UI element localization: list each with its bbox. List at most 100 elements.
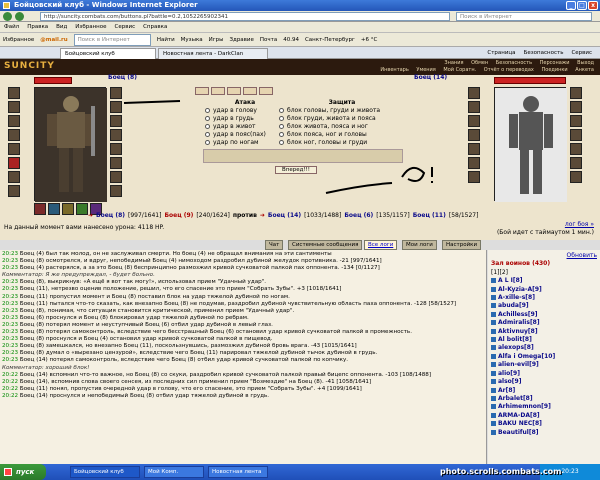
player-name[interactable]: ARMA-DA[8] [498,412,540,419]
weapon-slot[interactable] [8,115,20,127]
player-name[interactable]: alien-evil[9] [498,361,539,368]
url-input[interactable]: http://suncity.combats.com/buttons.pl?ba… [40,12,450,21]
player-name[interactable]: Ar[8] [498,387,515,394]
team-right-member[interactable]: Боец (6) [344,212,373,219]
security-menu[interactable]: Безопасность [524,47,564,59]
attack-option-legs[interactable]: удар по ногам [205,139,285,147]
player-entry[interactable]: Achilless[9] [491,311,597,319]
player-entry[interactable]: Beautiful[8] [491,429,597,437]
player-entry[interactable]: A L I[8] [491,277,597,285]
gloves-slot[interactable] [570,87,582,99]
player-name[interactable]: A-xille-s[8] [498,294,535,301]
heart-icon[interactable] [243,87,257,95]
legs-slot[interactable] [570,115,582,127]
refresh-link[interactable]: Обновить [491,252,597,260]
team-left-member[interactable]: Боец (8) [96,212,125,219]
ring-slot-3[interactable] [8,185,20,197]
player-name[interactable]: Aktivnuy[8] [498,328,538,335]
attack-option-chest[interactable]: удар в грудь [205,115,285,123]
player-entry[interactable]: Alfa i Omega[10] [491,353,597,361]
page-menu[interactable]: Страница [487,47,515,59]
block-option-4[interactable]: блок пояса, ног и головы [279,131,405,139]
toolbar-search-input[interactable]: Поиск в Интернет [73,33,151,46]
player-entry[interactable]: Arbalet[8] [491,395,597,403]
player-name[interactable]: Beautiful[8] [498,429,539,436]
tab-chat[interactable]: Чат [265,240,284,250]
boots-slot[interactable] [570,129,582,141]
menu-item-edit[interactable]: Правка [27,22,48,33]
skill-icon[interactable] [34,203,46,215]
start-button[interactable]: пуск [0,464,46,480]
heart-icon[interactable] [259,87,273,95]
player-entry[interactable]: ARMA-DA[8] [491,412,597,420]
belt-slot[interactable] [468,143,480,155]
armor-slot[interactable] [468,129,480,141]
block-option-1[interactable]: блок головы, груди и живота [279,107,405,115]
skill-icon[interactable] [76,203,88,215]
player-entry[interactable]: A-xille-s[8] [491,294,597,302]
player-name[interactable]: Al-Kyzia-A[9] [498,286,542,293]
bracer-slot[interactable] [110,143,122,155]
player-name[interactable]: Arhimemnon[9] [498,403,551,410]
team-left-member[interactable]: Боец (9) [164,212,193,219]
amulet-slot[interactable] [468,101,480,113]
ring-slot[interactable] [8,157,20,169]
special-moves-bar[interactable] [203,149,403,163]
menu-item-tools[interactable]: Сервис [115,22,136,33]
player-entry[interactable]: Al bolit[8] [491,336,597,344]
attack-option-head[interactable]: удар в голову [205,107,285,115]
tools-menu[interactable]: Сервис [571,47,592,59]
helmet-slot[interactable] [468,87,480,99]
health-button[interactable]: Здравие [229,33,253,47]
skill-icon[interactable] [48,203,60,215]
player-entry[interactable]: Al-Kyzia-A[9] [491,286,597,294]
battle-log-link[interactable]: лог боя » [565,221,594,228]
legs-slot[interactable] [110,115,122,127]
player-name[interactable]: Achilless[9] [498,311,538,318]
heart-icon[interactable] [211,87,225,95]
shield-slot[interactable] [110,101,122,113]
nav-exchange[interactable]: Обмен [471,60,488,66]
music-button[interactable]: Музыка [181,33,203,47]
helmet-slot[interactable] [8,87,20,99]
player-name[interactable]: alexops[8] [498,344,534,351]
menu-item-help[interactable]: Справка [143,22,167,33]
search-input[interactable]: Поиск в Интернет [456,12,592,21]
tab-all-logs[interactable]: Все логи [364,240,398,250]
player-entry[interactable]: alio[9] [491,370,597,378]
boots-slot[interactable] [110,129,122,141]
earring-slot[interactable] [110,157,122,169]
bracer-slot[interactable] [570,143,582,155]
team-right-member[interactable]: Боец (14) [268,212,301,219]
maximize-button[interactable]: □ [577,1,587,10]
player-name[interactable]: Admiralis[8] [498,319,540,326]
gloves-slot[interactable] [110,87,122,99]
player-name[interactable]: A L I[8] [498,277,523,284]
nav-duels[interactable]: Поединки [542,67,568,73]
player-name[interactable]: Alfa i Omega[10] [498,353,555,360]
taskbar-item[interactable]: Новостная лента [208,466,268,478]
belt-slot[interactable] [8,143,20,155]
player-name[interactable]: also[9] [498,378,521,385]
player-entry[interactable]: BAKU NEC[8] [491,420,597,428]
ring-slot[interactable] [468,157,480,169]
earring-slot[interactable] [570,157,582,169]
shield-slot[interactable] [570,101,582,113]
close-button[interactable]: x [588,1,598,10]
block-option-5[interactable]: блок ног, головы и груди [279,139,405,147]
attack-option-groin[interactable]: удар в пояс(пах) [205,131,285,139]
block-option-3[interactable]: блок живота, пояса и ног [279,123,405,131]
nav-transfers[interactable]: Отчёт о переводах [484,67,534,73]
player-name[interactable]: alio[9] [498,370,520,377]
nav-security[interactable]: Безопасность [496,60,532,66]
attack-option-belly[interactable]: удар в живот [205,123,285,131]
amulet-slot[interactable] [8,101,20,113]
tab-combats[interactable]: Бойцовский клуб [60,48,156,59]
find-button[interactable]: Найти [157,33,175,47]
nav-allies[interactable]: Мой Соратн. [443,67,476,73]
menu-item-file[interactable]: Файл [4,22,19,33]
player-name[interactable]: BAKU NEC[8] [498,420,542,427]
tab-system[interactable]: Системные сообщения [288,240,363,250]
weapon-slot[interactable] [468,115,480,127]
page-links[interactable]: [1][2] [491,269,597,277]
